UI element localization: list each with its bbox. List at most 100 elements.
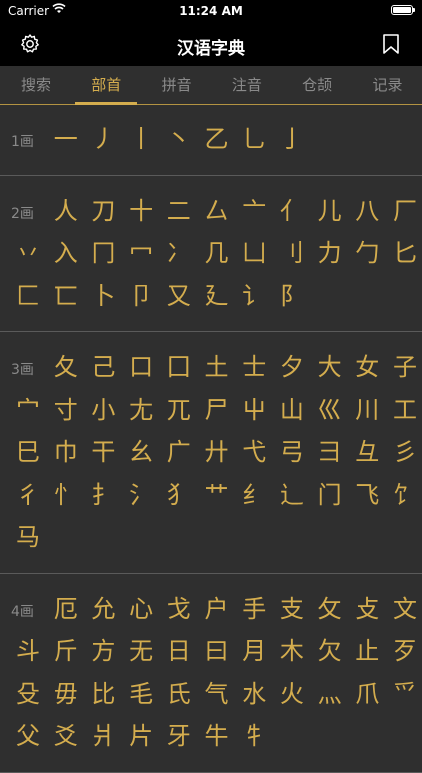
radical-button[interactable]: 斗 xyxy=(7,630,49,672)
radical-button[interactable]: 己 xyxy=(82,346,124,388)
radical-button[interactable]: 几 xyxy=(196,232,238,274)
radical-button[interactable]: 片 xyxy=(120,715,162,757)
radical-button[interactable]: 爪 xyxy=(346,673,388,715)
radical-button[interactable]: 巳 xyxy=(7,431,49,473)
radical-button[interactable]: 飞 xyxy=(346,474,388,516)
radical-button[interactable]: 牜 xyxy=(233,715,275,757)
radical-button[interactable]: 方 xyxy=(82,630,124,672)
radical-button[interactable]: 心 xyxy=(120,588,162,630)
radical-button[interactable]: 阝 xyxy=(271,275,313,317)
radical-button[interactable]: 攴 xyxy=(346,588,388,630)
radical-button[interactable]: 二 xyxy=(158,190,200,232)
radical-button[interactable]: 厄 xyxy=(45,588,87,630)
radical-button[interactable]: 止 xyxy=(346,630,388,672)
radical-button[interactable]: 冫 xyxy=(158,232,200,274)
radical-button[interactable]: 纟 xyxy=(233,474,275,516)
radical-button[interactable]: 十 xyxy=(120,190,162,232)
radical-button[interactable]: 又 xyxy=(158,275,200,317)
radical-button[interactable]: 匚 xyxy=(7,275,49,317)
radical-button[interactable]: 人 xyxy=(45,190,87,232)
radical-button[interactable]: 亅 xyxy=(271,118,313,160)
tab-radicals[interactable]: 部首 xyxy=(71,66,141,104)
radical-button[interactable]: 日 xyxy=(158,630,200,672)
radical-button[interactable]: 凵 xyxy=(233,232,275,274)
radical-button[interactable]: 夕 xyxy=(271,346,313,388)
radical-button[interactable]: 犭 xyxy=(158,474,200,516)
tab-cangjie[interactable]: 仓颉 xyxy=(282,66,352,104)
radical-button[interactable]: 丨 xyxy=(120,118,162,160)
bookmark-icon[interactable] xyxy=(380,33,402,55)
radical-button[interactable]: 廴 xyxy=(196,275,238,317)
radical-button[interactable]: 门 xyxy=(309,474,351,516)
radical-button[interactable]: 囗 xyxy=(158,346,200,388)
radical-button[interactable]: 山 xyxy=(271,389,313,431)
radical-button[interactable]: 彑 xyxy=(346,431,388,473)
radical-button[interactable]: 讠 xyxy=(233,275,275,317)
radical-button[interactable]: 弋 xyxy=(233,431,275,473)
radical-button[interactable]: 工 xyxy=(384,389,422,431)
radical-button[interactable]: 歹 xyxy=(384,630,422,672)
tab-zhuyin[interactable]: 注音 xyxy=(212,66,282,104)
radical-button[interactable]: 亻 xyxy=(271,190,313,232)
radical-button[interactable]: 冖 xyxy=(120,232,162,274)
radical-button[interactable]: 灬 xyxy=(309,673,351,715)
radical-button[interactable]: 牛 xyxy=(196,715,238,757)
radical-button[interactable]: 大 xyxy=(309,346,351,388)
radical-button[interactable]: 女 xyxy=(346,346,388,388)
radical-button[interactable]: 屮 xyxy=(233,389,275,431)
radical-button[interactable]: 彡 xyxy=(384,431,422,473)
radical-button[interactable]: 匕 xyxy=(384,232,422,274)
radical-button[interactable]: 士 xyxy=(233,346,275,388)
radical-button[interactable]: 宀 xyxy=(7,389,49,431)
radical-button[interactable]: 彳 xyxy=(7,474,49,516)
radical-button[interactable]: 寸 xyxy=(45,389,87,431)
radical-button[interactable]: 毋 xyxy=(45,673,87,715)
radical-button[interactable]: 扌 xyxy=(82,474,124,516)
radical-button[interactable]: 父 xyxy=(7,715,49,757)
radical-button[interactable]: 巛 xyxy=(309,389,351,431)
radical-button[interactable]: 勹 xyxy=(346,232,388,274)
radical-button[interactable]: 厶 xyxy=(196,190,238,232)
radical-button[interactable]: 厂 xyxy=(384,190,422,232)
radical-button[interactable]: 爫 xyxy=(384,673,422,715)
radical-button[interactable]: 火 xyxy=(271,673,313,715)
radical-button[interactable]: 匸 xyxy=(45,275,87,317)
radical-button[interactable]: 小 xyxy=(82,389,124,431)
radical-button[interactable]: 乚 xyxy=(233,118,275,160)
radical-button[interactable]: 氵 xyxy=(120,474,162,516)
radical-button[interactable]: 气 xyxy=(196,673,238,715)
radical-button[interactable]: 水 xyxy=(233,673,275,715)
radical-button[interactable]: 戈 xyxy=(158,588,200,630)
radical-button[interactable]: 卩 xyxy=(120,275,162,317)
radical-button[interactable]: 冂 xyxy=(82,232,124,274)
radical-button[interactable]: 兀 xyxy=(158,389,200,431)
radical-button[interactable]: 爿 xyxy=(82,715,124,757)
radical-button[interactable]: 支 xyxy=(271,588,313,630)
radical-button[interactable]: 手 xyxy=(233,588,275,630)
radical-button[interactable]: 幺 xyxy=(120,431,162,473)
radical-button[interactable]: 子 xyxy=(384,346,422,388)
radical-button[interactable]: 亠 xyxy=(233,190,275,232)
radical-button[interactable]: 土 xyxy=(196,346,238,388)
radical-button[interactable]: 月 xyxy=(233,630,275,672)
radical-button[interactable]: 饣 xyxy=(384,474,422,516)
radical-button[interactable]: 户 xyxy=(196,588,238,630)
radical-button[interactable]: 彐 xyxy=(309,431,351,473)
tab-search[interactable]: 搜索 xyxy=(1,66,71,104)
radical-button[interactable]: 欠 xyxy=(309,630,351,672)
radical-button[interactable]: 尢 xyxy=(120,389,162,431)
radical-button[interactable]: 巾 xyxy=(45,431,87,473)
radical-button[interactable]: 艹 xyxy=(196,474,238,516)
radical-button[interactable]: 入 xyxy=(45,232,87,274)
radical-button[interactable]: 力 xyxy=(309,232,351,274)
radical-button[interactable]: 毛 xyxy=(120,673,162,715)
radical-button[interactable]: 广 xyxy=(158,431,200,473)
radical-button[interactable]: 爻 xyxy=(45,715,87,757)
radical-button[interactable]: 曰 xyxy=(196,630,238,672)
radical-button[interactable]: 牙 xyxy=(158,715,200,757)
radical-button[interactable]: 氏 xyxy=(158,673,200,715)
radical-button[interactable]: 允 xyxy=(82,588,124,630)
radical-button[interactable]: 辶 xyxy=(271,474,313,516)
radical-button[interactable]: 川 xyxy=(346,389,388,431)
radical-button[interactable]: 尸 xyxy=(196,389,238,431)
